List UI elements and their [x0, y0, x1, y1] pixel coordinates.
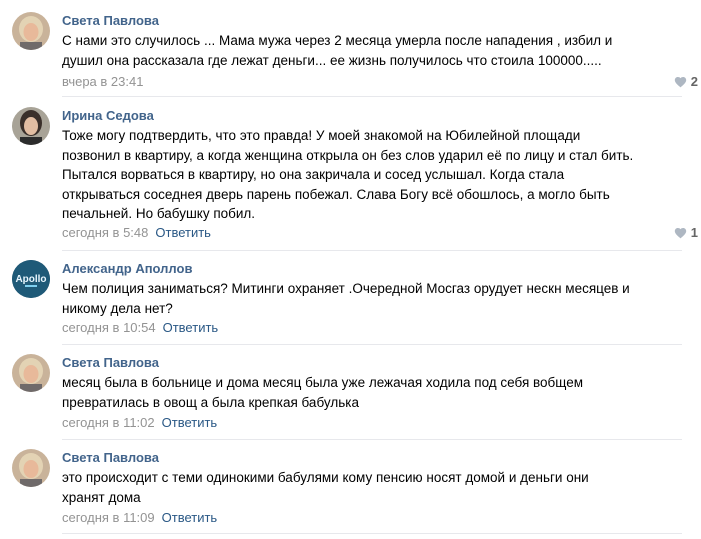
comment-author[interactable]: Света Павлова: [62, 355, 159, 370]
avatar[interactable]: Apollo: [12, 260, 50, 298]
comment-item: Ирина Седова Тоже могу подтвердить, что …: [0, 97, 701, 251]
reply-button[interactable]: Ответить: [162, 510, 218, 525]
comment-meta: сегодня в 5:48 Ответить: [62, 225, 211, 240]
comment-text: это происходит с теми одинокими бабулями…: [62, 470, 589, 505]
comment-meta: сегодня в 11:02 Ответить: [62, 415, 217, 430]
comment-meta: сегодня в 10:54 Ответить: [62, 320, 218, 335]
heart-icon: [674, 76, 686, 87]
comment-meta: сегодня в 11:09 Ответить: [62, 510, 217, 525]
avatar[interactable]: [12, 12, 50, 50]
comment-author[interactable]: Света Павлова: [62, 450, 159, 465]
reply-button[interactable]: Ответить: [163, 320, 219, 335]
comment-date[interactable]: сегодня в 10:54: [62, 320, 156, 335]
like-count: 1: [690, 225, 698, 240]
svg-text:Apollo: Apollo: [15, 274, 46, 285]
like-count: 2: [690, 74, 698, 89]
comment-date[interactable]: сегодня в 11:09: [62, 510, 155, 525]
comment-text: месяц была в больнице и дома месяц была …: [62, 375, 584, 410]
avatar[interactable]: [12, 354, 50, 392]
woman-photo-icon: [12, 449, 50, 487]
like-button[interactable]: 1: [674, 225, 698, 240]
comment-date[interactable]: сегодня в 5:48: [62, 225, 148, 240]
woman-photo-icon: [12, 107, 50, 145]
reply-button[interactable]: Ответить: [162, 415, 218, 430]
comment-author[interactable]: Александр Аполлов: [62, 261, 192, 276]
comment-text: Чем полиция заниматься? Митинги охраняет…: [62, 281, 630, 316]
comment-date[interactable]: вчера в 23:41: [62, 74, 143, 89]
heart-icon: [674, 227, 686, 238]
comment-item: Света Павлова С нами это случилось ... М…: [0, 0, 701, 97]
divider: [62, 533, 682, 534]
comment-item: Света Павлова это происходит с теми один…: [0, 439, 701, 535]
avatar[interactable]: [12, 107, 50, 145]
like-button[interactable]: 2: [674, 74, 698, 89]
comment-author[interactable]: Света Павлова: [62, 13, 159, 28]
comment-date[interactable]: сегодня в 11:02: [62, 415, 155, 430]
comment-item: Apollo Александр Аполлов Чем полиция зан…: [0, 250, 701, 345]
comment-text: С нами это случилось ... Мама мужа через…: [62, 33, 613, 68]
avatar[interactable]: [12, 449, 50, 487]
comment-text: Тоже могу подтвердить, что это правда! У…: [62, 128, 634, 221]
comment-meta: вчера в 23:41: [62, 74, 143, 89]
apollo-logo-icon: Apollo: [12, 260, 50, 298]
woman-photo-icon: [12, 354, 50, 392]
reply-button[interactable]: Ответить: [155, 225, 211, 240]
comment-author[interactable]: Ирина Седова: [62, 108, 154, 123]
comment-item: Света Павлова месяц была в больнице и до…: [0, 344, 701, 440]
woman-photo-icon: [12, 12, 50, 50]
